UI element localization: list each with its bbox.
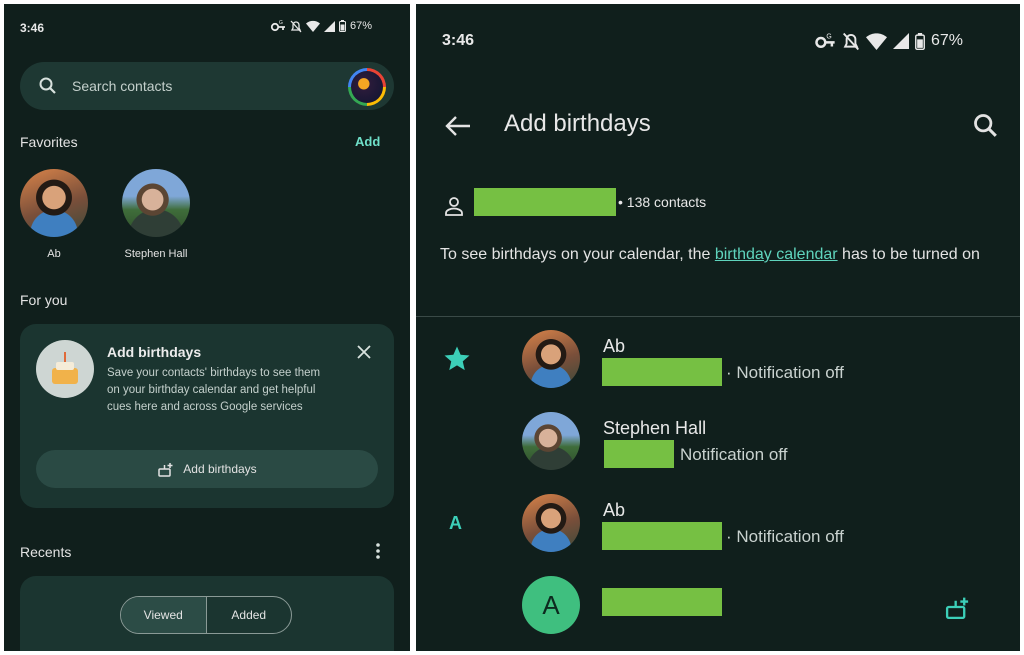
cake-add-icon — [158, 463, 173, 477]
recents-card: Viewed Added — [20, 576, 394, 651]
redacted-detail — [604, 440, 674, 468]
notification-status: · Notification off — [726, 527, 844, 546]
account-avatar[interactable] — [348, 68, 386, 106]
person-icon — [445, 197, 463, 216]
add-birthdays-screen: 3:46 G 67% Add birthdays • 138 contacts … — [416, 4, 1020, 651]
recents-heading: Recents — [20, 544, 72, 560]
vpn-key-icon: G — [815, 33, 835, 49]
contact-count: • 138 contacts — [618, 194, 707, 210]
add-favorite-button[interactable]: Add — [355, 134, 380, 149]
favorite-name: Ab — [47, 248, 61, 260]
add-birthdays-button[interactable]: Add birthdays — [36, 450, 378, 488]
bell-off-icon — [290, 20, 302, 32]
segment-added[interactable]: Added — [207, 597, 292, 633]
star-icon — [444, 346, 470, 371]
vpn-key-icon: G — [270, 20, 285, 32]
favorite-avatar-stephen-hall[interactable] — [122, 169, 190, 237]
birthday-calendar-link[interactable]: birthday calendar — [715, 246, 838, 263]
svg-text:G: G — [279, 20, 283, 26]
bell-off-icon — [842, 32, 860, 50]
contact-name[interactable]: Ab — [603, 336, 625, 357]
signal-icon — [893, 33, 909, 49]
segment-viewed[interactable]: Viewed — [121, 597, 207, 633]
battery-icon — [339, 20, 346, 32]
add-birthdays-button-label: Add birthdays — [183, 462, 257, 476]
divider — [416, 316, 1020, 317]
status-icons: G 67% — [270, 19, 372, 33]
notice-text-after: has to be turned on — [837, 246, 980, 263]
svg-text:G: G — [826, 33, 831, 40]
notification-status: Notification off — [680, 445, 788, 464]
more-vert-icon[interactable] — [374, 542, 382, 560]
contact-avatar[interactable] — [522, 494, 580, 552]
contacts-home-screen: 3:46 G 67% Search contacts Favorites Add… — [4, 4, 410, 651]
search-icon[interactable] — [972, 112, 1000, 140]
for-you-heading: For you — [20, 292, 68, 308]
redacted-account — [474, 188, 616, 216]
redacted-detail — [602, 358, 722, 386]
search-input[interactable]: Search contacts — [72, 78, 172, 94]
favorites-heading: Favorites — [20, 134, 78, 150]
contact-initial-avatar[interactable]: A — [522, 576, 580, 634]
close-icon[interactable] — [356, 344, 372, 360]
section-letter: A — [449, 513, 462, 533]
contact-name[interactable]: Stephen Hall — [603, 418, 706, 439]
favorite-name: Stephen Hall — [124, 248, 188, 260]
calendar-notice: To see birthdays on your calendar, the b… — [440, 242, 1000, 267]
battery-percent: 67% — [931, 32, 964, 49]
back-arrow-icon[interactable] — [444, 114, 472, 138]
wifi-icon — [866, 33, 887, 50]
add-birthday-icon[interactable] — [944, 594, 972, 620]
battery-percent: 67% — [350, 20, 373, 32]
add-birthdays-card: Add birthdays Save your contacts' birthd… — [20, 324, 394, 508]
page-title: Add birthdays — [504, 110, 651, 137]
status-time: 3:46 — [442, 32, 475, 49]
contact-avatar[interactable] — [522, 330, 580, 388]
notification-status: · Notification off — [726, 363, 844, 382]
contact-avatar[interactable] — [522, 412, 580, 470]
card-title: Add birthdays — [107, 344, 202, 360]
redacted-detail — [602, 522, 722, 550]
contact-name[interactable]: Ab — [603, 500, 625, 521]
notice-text-before: To see birthdays on your calendar, the — [440, 246, 715, 263]
wifi-icon — [306, 20, 320, 32]
birthday-cake-icon — [36, 340, 94, 398]
redacted-contact-name — [602, 588, 722, 616]
favorite-avatar-ab[interactable] — [20, 169, 88, 237]
search-icon — [39, 77, 56, 94]
signal-icon — [324, 20, 335, 32]
status-icons: G 67% — [814, 31, 963, 51]
recents-segmented-control: Viewed Added — [120, 596, 292, 634]
card-body: Save your contacts' birthdays to see the… — [107, 367, 321, 413]
search-bar[interactable]: Search contacts — [20, 62, 394, 110]
battery-icon — [915, 32, 925, 50]
status-time: 3:46 — [20, 21, 45, 35]
